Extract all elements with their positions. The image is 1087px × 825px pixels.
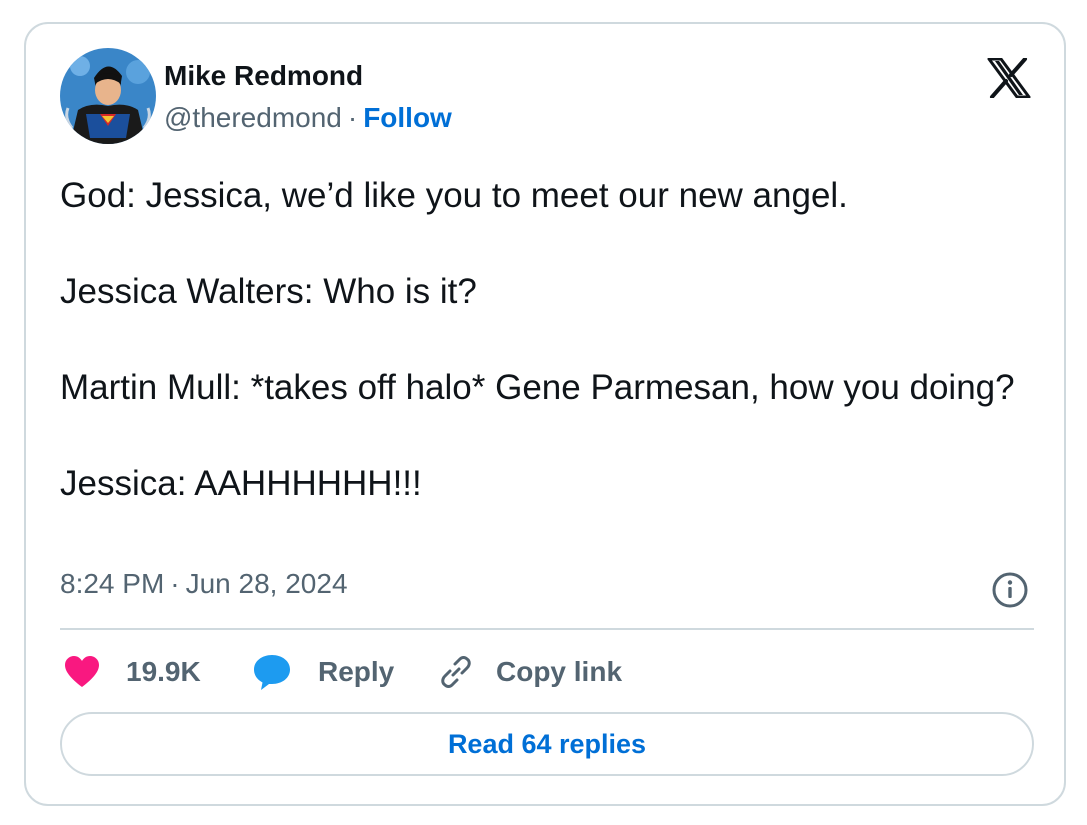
x-logo-icon[interactable] xyxy=(987,57,1031,99)
read-replies-button[interactable]: Read 64 replies xyxy=(60,712,1034,776)
tweet-paragraph: Jessica: AAHHHHHH!!! xyxy=(60,464,422,503)
handle-separator: · xyxy=(347,102,358,133)
tweet-timestamp[interactable]: 8:24 PM · Jun 28, 2024 xyxy=(60,568,348,600)
tweet-card: Mike Redmond @theredmond · Follow God: Jes… xyxy=(24,22,1066,806)
link-icon xyxy=(438,654,474,690)
tweet-paragraph: God: Jessica, we’d like you to meet our … xyxy=(60,176,848,215)
info-icon[interactable] xyxy=(990,570,1030,610)
like-count: 19.9K xyxy=(126,656,201,687)
copy-link-button[interactable]: Copy link xyxy=(438,648,622,696)
author-handle[interactable]: @theredmond xyxy=(164,102,342,133)
avatar-image xyxy=(60,48,156,144)
tweet-text: God: Jessica, we’d like you to meet our … xyxy=(60,172,1020,508)
author-handle-row: @theredmond · Follow xyxy=(164,102,452,134)
tweet-paragraph: Jessica Walters: Who is it? xyxy=(60,272,477,311)
timestamp-separator: · xyxy=(170,568,180,599)
reply-label: Reply xyxy=(318,656,395,687)
copy-link-label: Copy link xyxy=(496,656,623,687)
author-name[interactable]: Mike Redmond xyxy=(164,60,363,92)
reply-button[interactable]: Reply xyxy=(252,648,394,696)
speech-bubble-icon xyxy=(252,652,292,692)
heart-icon xyxy=(64,655,100,689)
tweet-paragraph: Martin Mull: *takes off halo* Gene Parme… xyxy=(60,368,1015,407)
avatar[interactable] xyxy=(60,48,156,144)
tweet-date: Jun 28, 2024 xyxy=(185,568,348,599)
follow-button[interactable]: Follow xyxy=(363,102,452,133)
tweet-time: 8:24 PM xyxy=(60,568,165,599)
divider xyxy=(60,628,1034,630)
like-button[interactable]: 19.9K xyxy=(64,648,201,696)
